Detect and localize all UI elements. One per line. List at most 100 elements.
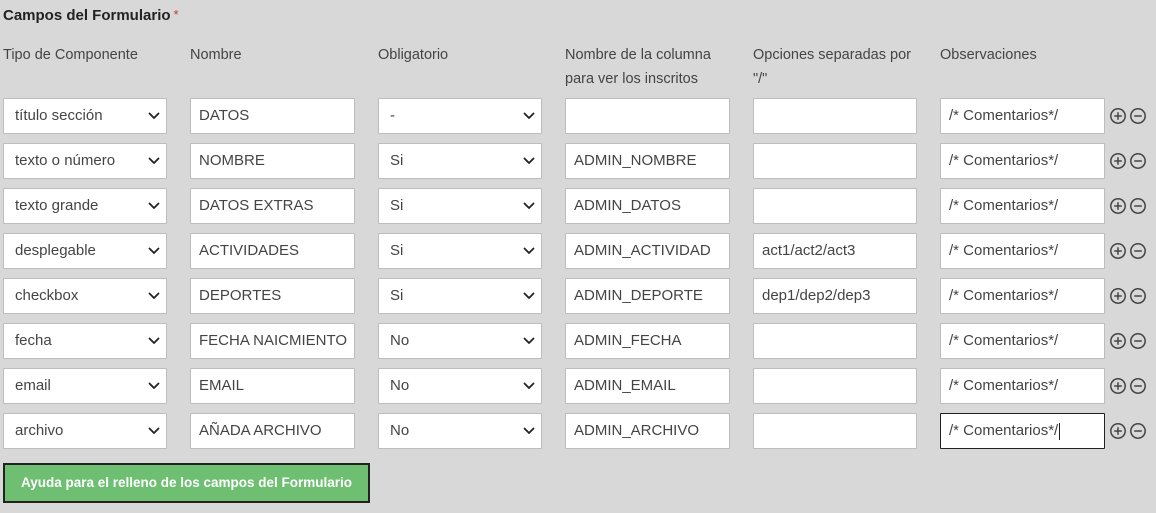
opciones-input[interactable]: dep1/dep2/dep3 — [753, 278, 917, 314]
chevron-down-icon — [523, 99, 535, 133]
obligatorio-select-value: No — [390, 377, 410, 394]
columna-input[interactable]: ADMIN_EMAIL — [565, 368, 730, 404]
obligatorio-select-value: Si — [390, 197, 404, 214]
chevron-down-icon — [148, 279, 160, 313]
add-row-icon[interactable] — [1109, 332, 1127, 350]
obligatorio-select[interactable]: Si — [378, 188, 542, 224]
add-row-icon[interactable] — [1109, 242, 1127, 260]
columna-input[interactable]: ADMIN_ACTIVIDAD — [565, 233, 730, 269]
tipo-select-value: archivo — [15, 422, 64, 439]
add-row-icon[interactable] — [1109, 107, 1127, 125]
tipo-select[interactable]: texto grande — [3, 188, 167, 224]
chevron-down-icon — [148, 414, 160, 448]
tipo-select[interactable]: texto o número — [3, 143, 167, 179]
remove-row-icon[interactable] — [1129, 242, 1147, 260]
observaciones-input[interactable]: /* Comentarios*/ — [940, 143, 1105, 179]
header-columna: Nombre de la columna para ver los inscri… — [565, 43, 711, 91]
nombre-input[interactable]: DATOS EXTRAS — [190, 188, 355, 224]
tipo-select-value: fecha — [15, 332, 52, 349]
nombre-input[interactable]: AÑADA ARCHIVO — [190, 413, 355, 449]
observaciones-value: /* Comentarios*/ — [949, 107, 1059, 124]
columna-input[interactable] — [565, 98, 730, 134]
opciones-input[interactable] — [753, 143, 917, 179]
chevron-down-icon — [523, 144, 535, 178]
tipo-select[interactable]: archivo — [3, 413, 167, 449]
nombre-input[interactable]: DATOS — [190, 98, 355, 134]
chevron-down-icon — [523, 189, 535, 223]
observaciones-input[interactable]: /* Comentarios*/ — [940, 368, 1105, 404]
add-row-icon[interactable] — [1109, 152, 1127, 170]
columna-input[interactable]: ADMIN_NOMBRE — [565, 143, 730, 179]
obligatorio-select[interactable]: - — [378, 98, 542, 134]
add-row-icon[interactable] — [1109, 422, 1127, 440]
opciones-input[interactable] — [753, 98, 917, 134]
obligatorio-select[interactable]: Si — [378, 233, 542, 269]
obligatorio-select[interactable]: No — [378, 323, 542, 359]
obligatorio-select-value: - — [390, 107, 395, 124]
tipo-select[interactable]: título sección — [3, 98, 167, 134]
help-button[interactable]: Ayuda para el relleno de los campos del … — [3, 463, 370, 503]
observaciones-value: /* Comentarios*/ — [949, 242, 1059, 259]
chevron-down-icon — [523, 234, 535, 268]
columna-input[interactable]: ADMIN_ARCHIVO — [565, 413, 730, 449]
opciones-input[interactable] — [753, 368, 917, 404]
header-nombre: Nombre — [190, 47, 242, 63]
table-row: checkbox DEPORTES Si ADMIN_DEPORTE dep1/dep2… — [0, 278, 1156, 314]
nombre-input[interactable]: FECHA NAICMIENTO — [190, 323, 355, 359]
text-caret — [1059, 422, 1061, 440]
table-row: texto o número NOMBRE Si ADMIN_NOMBRE /* Com… — [0, 143, 1156, 179]
remove-row-icon[interactable] — [1129, 152, 1147, 170]
chevron-down-icon — [148, 189, 160, 223]
observaciones-input[interactable]: /* Comentarios*/ — [940, 188, 1105, 224]
opciones-input[interactable] — [753, 188, 917, 224]
obligatorio-select[interactable]: No — [378, 413, 542, 449]
remove-row-icon[interactable] — [1129, 422, 1147, 440]
columna-input[interactable]: ADMIN_DEPORTE — [565, 278, 730, 314]
opciones-input[interactable] — [753, 413, 917, 449]
observaciones-input[interactable]: /* Comentarios*/ — [940, 413, 1105, 449]
observaciones-input[interactable]: /* Comentarios*/ — [940, 323, 1105, 359]
header-opciones: Opciones separadas por "/" — [753, 43, 911, 91]
observaciones-input[interactable]: /* Comentarios*/ — [940, 278, 1105, 314]
form-title: Campos del Formulario * — [3, 7, 179, 24]
columna-input[interactable]: ADMIN_FECHA — [565, 323, 730, 359]
observaciones-input[interactable]: /* Comentarios*/ — [940, 98, 1105, 134]
obligatorio-select-value: Si — [390, 242, 404, 259]
chevron-down-icon — [523, 369, 535, 403]
remove-row-icon[interactable] — [1129, 197, 1147, 215]
tipo-select[interactable]: checkbox — [3, 278, 167, 314]
chevron-down-icon — [148, 369, 160, 403]
table-row: texto grande DATOS EXTRAS Si ADMIN_DATOS /* … — [0, 188, 1156, 224]
opciones-input[interactable] — [753, 323, 917, 359]
remove-row-icon[interactable] — [1129, 107, 1147, 125]
observaciones-value: /* Comentarios*/ — [949, 197, 1059, 214]
obligatorio-select-value: No — [390, 332, 410, 349]
obligatorio-select[interactable]: No — [378, 368, 542, 404]
header-columna-line2: para ver los inscritos — [565, 71, 698, 87]
tipo-select[interactable]: fecha — [3, 323, 167, 359]
chevron-down-icon — [523, 279, 535, 313]
tipo-select[interactable]: email — [3, 368, 167, 404]
obligatorio-select[interactable]: Si — [378, 278, 542, 314]
table-row: archivo AÑADA ARCHIVO No ADMIN_ARCHIVO /* Co… — [0, 413, 1156, 449]
nombre-input[interactable]: NOMBRE — [190, 143, 355, 179]
remove-row-icon[interactable] — [1129, 332, 1147, 350]
opciones-input[interactable]: act1/act2/act3 — [753, 233, 917, 269]
chevron-down-icon — [148, 144, 160, 178]
tipo-select[interactable]: desplegable — [3, 233, 167, 269]
observaciones-input[interactable]: /* Comentarios*/ — [940, 233, 1105, 269]
add-row-icon[interactable] — [1109, 287, 1127, 305]
obligatorio-select[interactable]: Si — [378, 143, 542, 179]
add-row-icon[interactable] — [1109, 197, 1127, 215]
nombre-input[interactable]: ACTIVIDADES — [190, 233, 355, 269]
columna-input[interactable]: ADMIN_DATOS — [565, 188, 730, 224]
chevron-down-icon — [148, 99, 160, 133]
remove-row-icon[interactable] — [1129, 377, 1147, 395]
nombre-input[interactable]: DEPORTES — [190, 278, 355, 314]
remove-row-icon[interactable] — [1129, 287, 1147, 305]
add-row-icon[interactable] — [1109, 377, 1127, 395]
observaciones-value: /* Comentarios*/ — [949, 152, 1059, 169]
header-columna-line1: Nombre de la columna — [565, 47, 711, 63]
nombre-input[interactable]: EMAIL — [190, 368, 355, 404]
table-row: fecha FECHA NAICMIENTO No ADMIN_FECHA /* Com… — [0, 323, 1156, 359]
